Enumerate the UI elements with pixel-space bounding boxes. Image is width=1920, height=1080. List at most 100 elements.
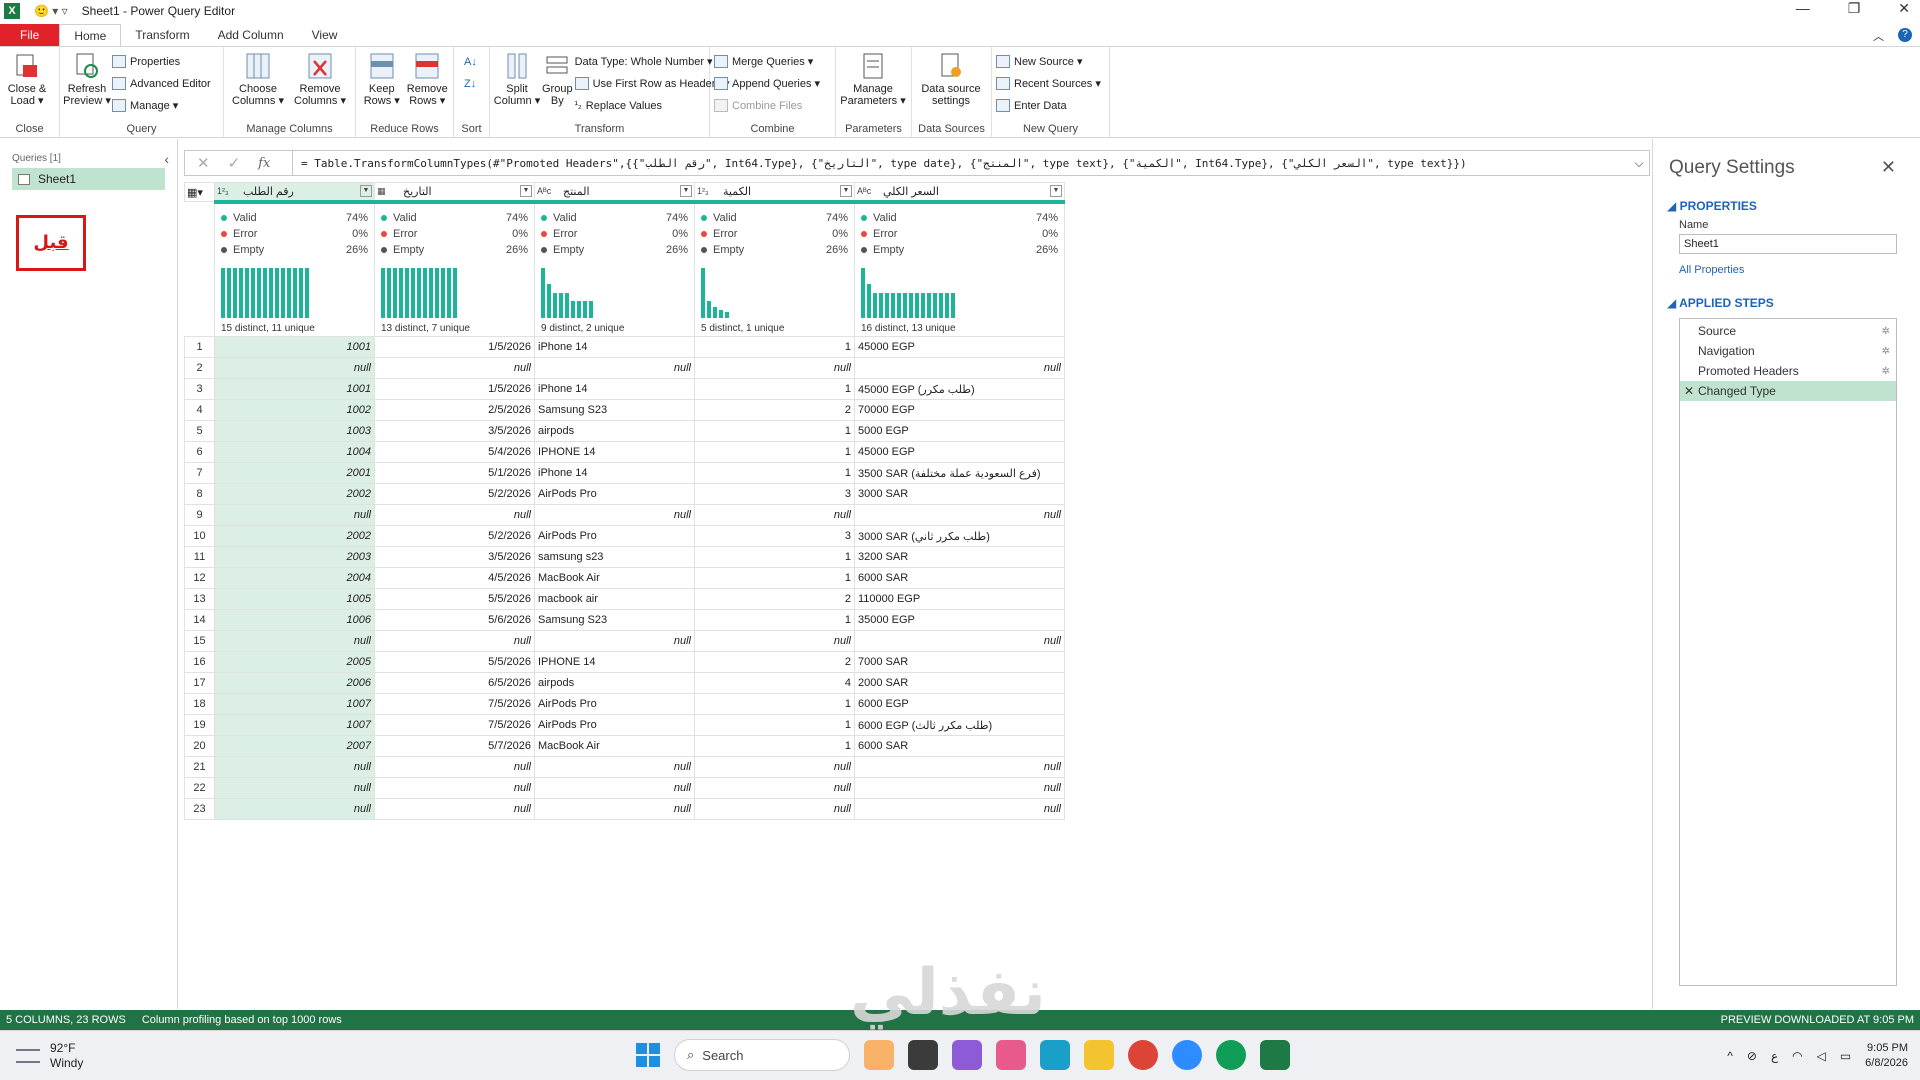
table-cell[interactable]: 2002 [214,525,375,547]
distribution-bar[interactable] [945,292,949,318]
battery-icon[interactable]: ▭ [1840,1049,1851,1063]
table-cell[interactable]: null [534,756,695,778]
table-row[interactable]: 12 2004 4/5/2026 MacBook Air 1 6000 SAR [184,567,1065,589]
row-number[interactable]: 10 [184,525,215,547]
distribution-bar[interactable] [933,292,937,318]
table-cell[interactable]: 1 [694,735,855,757]
row-number[interactable]: 11 [184,546,215,568]
distribution-bar[interactable] [305,267,309,318]
copilot-icon[interactable] [952,1040,982,1070]
table-row[interactable]: 2 null null null null null [184,357,1065,379]
quick-access-toolbar[interactable]: 🙂 ▾ ▿ [34,4,68,18]
distribution-bar[interactable] [701,267,705,318]
collapse-pane-icon[interactable]: ‹ [164,151,169,167]
table-cell[interactable]: null [374,504,535,526]
row-number[interactable]: 12 [184,567,215,589]
language-indicator[interactable]: ع [1771,1049,1778,1063]
step-changed-type[interactable]: ✕ Changed Type [1680,381,1896,401]
type-icon[interactable]: ▦ [377,186,399,197]
table-cell[interactable]: 1007 [214,693,375,715]
table-cell[interactable]: 45000 EGP [854,441,1065,463]
table-cell[interactable]: null [854,756,1065,778]
row-number[interactable]: 16 [184,651,215,673]
table-cell[interactable]: 1 [694,609,855,631]
volume-icon[interactable]: ◁ [1817,1049,1826,1063]
table-cell[interactable]: null [534,630,695,652]
table-row[interactable]: 11 2003 3/5/2026 samsung s23 1 3200 SAR [184,546,1065,568]
table-row[interactable]: 13 1005 5/5/2026 macbook air 2 110000 EGP [184,588,1065,610]
table-cell[interactable]: 5/2/2026 [374,525,535,547]
distribution-bar[interactable] [453,267,457,318]
table-cell[interactable]: 45000 EGP (طلب مكرر) [854,378,1065,400]
table-cell[interactable]: 2000 SAR [854,672,1065,694]
wifi-icon[interactable]: ◠ [1792,1049,1802,1063]
distribution-bar[interactable] [547,283,551,318]
table-row[interactable]: 3 1001 1/5/2026 iPhone 14 1 45000 EGP (طلب مك… [184,378,1065,400]
merge-queries-button[interactable]: Merge Queries ▾ [714,53,820,70]
manage-button[interactable]: Manage ▾ [112,97,211,114]
table-cell[interactable]: null [534,504,695,526]
table-cell[interactable]: null [214,630,375,652]
column-header-4[interactable]: Aᴮᴄ السعر الكلي ▼ [854,182,1065,202]
edge-icon[interactable] [1040,1040,1070,1070]
task-view-icon[interactable] [908,1040,938,1070]
table-row[interactable]: 16 2005 5/5/2026 IPHONE 14 2 7000 SAR [184,651,1065,673]
column-header-1[interactable]: ▦ التاريخ ▼ [374,182,535,202]
distribution-bar[interactable] [873,292,877,318]
distribution-bar[interactable] [221,267,225,318]
table-cell[interactable]: 4/5/2026 [374,567,535,589]
distribution-bar[interactable] [381,267,385,318]
table-cell[interactable]: 5000 EGP [854,420,1065,442]
tab-add-column[interactable]: Add Column [204,24,298,46]
table-cell[interactable]: null [214,798,375,820]
table-cell[interactable]: null [854,777,1065,799]
distribution-bar[interactable] [553,292,557,318]
distribution-bar[interactable] [879,292,883,318]
table-cell[interactable]: 3 [694,525,855,547]
excel-taskbar-icon[interactable] [1260,1040,1290,1070]
distribution-bar[interactable] [293,267,297,318]
all-properties-link[interactable]: All Properties [1653,254,1920,276]
filter-dropdown-icon[interactable]: ▼ [840,185,852,198]
table-row[interactable]: 22 null null null null null [184,777,1065,799]
table-cell[interactable]: 1 [694,378,855,400]
table-cell[interactable]: 3000 SAR (طلب مكرر ثاني) [854,525,1065,547]
table-row[interactable]: 23 null null null null null [184,798,1065,820]
table-cell[interactable]: 5/4/2026 [374,441,535,463]
table-cell[interactable]: 2 [694,651,855,673]
table-cell[interactable]: 5/1/2026 [374,462,535,484]
table-row[interactable]: 1 1001 1/5/2026 iPhone 14 1 45000 EGP [184,336,1065,358]
table-cell[interactable]: null [374,798,535,820]
table-cell[interactable]: 3/5/2026 [374,546,535,568]
chrome-profile-icon[interactable] [1216,1040,1246,1070]
table-cell[interactable]: 3200 SAR [854,546,1065,568]
table-cell[interactable]: 1001 [214,336,375,358]
table-cell[interactable]: null [214,357,375,379]
table-cell[interactable]: 3000 SAR [854,483,1065,505]
table-row[interactable]: 15 null null null null null [184,630,1065,652]
table-cell[interactable]: 2001 [214,462,375,484]
filter-dropdown-icon[interactable]: ▼ [360,185,372,198]
table-cell[interactable]: iPhone 14 [534,336,695,358]
distribution-bar[interactable] [239,267,243,318]
table-cell[interactable]: 1004 [214,441,375,463]
table-cell[interactable]: Samsung S23 [534,609,695,631]
start-button[interactable] [636,1043,660,1067]
table-cell[interactable]: 1002 [214,399,375,421]
advanced-editor-button[interactable]: Advanced Editor [112,75,211,92]
gear-icon[interactable]: ✲ [1882,366,1890,377]
distribution-bar[interactable] [867,283,871,318]
table-row[interactable]: 9 null null null null null [184,504,1065,526]
table-cell[interactable]: 5/2/2026 [374,483,535,505]
table-row[interactable]: 7 2001 5/1/2026 iPhone 14 1 3500 SAR (فرع الس… [184,462,1065,484]
collapse-ribbon-icon[interactable]: ︿ [1873,28,1884,44]
row-number[interactable]: 13 [184,588,215,610]
table-cell[interactable]: null [214,756,375,778]
distribution-bar[interactable] [571,300,575,318]
row-number[interactable]: 17 [184,672,215,694]
distribution-bar[interactable] [541,267,545,318]
close-window-icon[interactable]: ✕ [1898,0,1910,17]
distribution-bar[interactable] [559,292,563,318]
row-number[interactable]: 5 [184,420,215,442]
replace-values-button[interactable]: ¹₂ Replace Values [575,97,730,114]
